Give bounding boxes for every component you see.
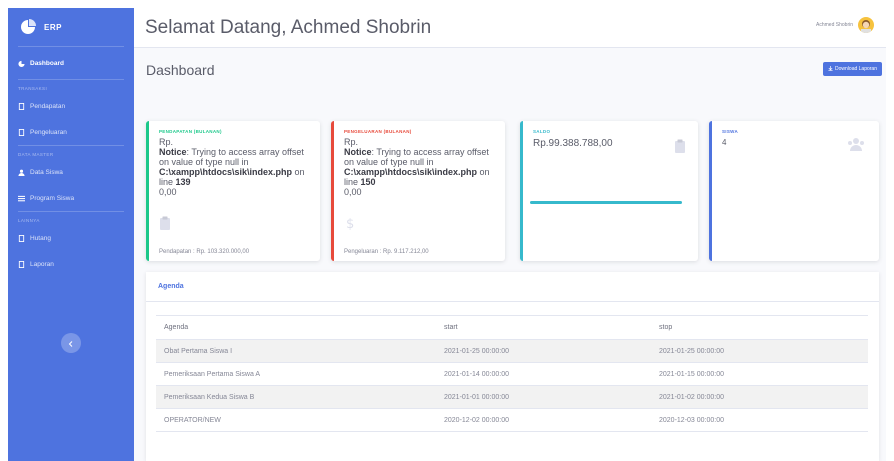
sidebar-item-program-siswa[interactable]: Program Siswa <box>8 185 134 211</box>
agenda-stop: 2021-01-25 00:00:00 <box>651 339 868 363</box>
svg-text:$: $ <box>346 217 354 230</box>
sidebar-heading: Transaksi <box>18 86 48 91</box>
list-icon <box>18 195 25 202</box>
welcome-heading: Selamat Datang, Achmed Shobrin <box>145 16 432 38</box>
agenda-stop: 2020-12-03 00:00:00 <box>651 408 868 432</box>
income-card-error: Rp. Notice: Trying to access array offse… <box>159 137 310 197</box>
expense-card-title: PENGELUARAN (BULANAN) <box>344 129 412 134</box>
sidebar-heading: Data Master <box>18 152 54 157</box>
expense-notice-label: Notice <box>344 147 372 157</box>
column-header-stop[interactable]: stop <box>651 315 868 340</box>
sidebar-item-label: Hutang <box>30 234 51 242</box>
sidebar-heading: Lainnya <box>18 218 40 223</box>
income-notice-label: Notice <box>159 147 187 157</box>
agenda-start: 2021-01-01 00:00:00 <box>436 385 651 409</box>
sidebar-toggle-button[interactable] <box>61 333 81 353</box>
agenda-name: OPERATOR/NEW <box>156 408 436 432</box>
agenda-panel: Agenda Agenda start stop Obat Pertama Si… <box>146 272 879 461</box>
column-header-agenda[interactable]: Agenda <box>156 315 436 340</box>
balance-progress <box>530 201 682 204</box>
agenda-name: Obat Pertama Siswa I <box>156 339 436 363</box>
income-card: PENDAPATAN (BULANAN) Rp. Notice: Trying … <box>146 121 320 261</box>
agenda-stop: 2021-01-02 00:00:00 <box>651 385 868 409</box>
income-notice-path: C:\xampp\htdocs\sik\index.php <box>159 167 293 177</box>
sidebar-item-pendapatan[interactable]: Pendapatan <box>8 93 134 119</box>
income-card-title: PENDAPATAN (BULANAN) <box>159 129 222 134</box>
user-name: Achmed Shobrin <box>816 22 853 28</box>
file-icon <box>18 260 25 268</box>
file-icon <box>18 234 25 242</box>
dashboard-icon <box>18 60 25 67</box>
avatar <box>858 17 874 33</box>
sidebar-item-label: Pengeluaran <box>30 128 67 136</box>
sidebar-item-label: Program Siswa <box>30 194 75 202</box>
income-footer: Pendapatan : Rp. 103.320.000,00 <box>159 249 250 255</box>
income-notice-line: 139 <box>175 177 191 187</box>
page-title: Dashboard <box>146 62 215 78</box>
sidebar-item-data-siswa[interactable]: Data Siswa <box>8 159 134 185</box>
sidebar-item-pengeluaran[interactable]: Pengeluaran <box>8 119 134 145</box>
table-row: Pemeriksaan Kedua Siswa B 2021-01-01 00:… <box>156 385 868 409</box>
download-icon <box>828 65 833 73</box>
sidebar-item-label: Pendapatan <box>30 102 66 110</box>
pie-chart-icon <box>20 19 36 35</box>
table-row: OPERATOR/NEW 2020-12-02 00:00:00 2020-12… <box>156 408 868 432</box>
sidebar-item-label: Dashboard <box>30 59 64 67</box>
agenda-name: Pemeriksaan Pertama Siswa A <box>156 362 436 386</box>
clipboard-icon <box>674 139 686 153</box>
download-report-button[interactable]: Download Laporan <box>823 62 882 76</box>
users-icon <box>18 169 25 176</box>
agenda-stop: 2021-01-15 00:00:00 <box>651 362 868 386</box>
income-currency: Rp. <box>159 137 174 147</box>
balance-progress-bar <box>530 201 682 204</box>
students-card: SISWA 4 <box>709 121 879 261</box>
table-row: Pemeriksaan Pertama Siswa A 2021-01-14 0… <box>156 362 868 386</box>
clipboard-icon <box>159 216 171 230</box>
expense-notice-line: 150 <box>360 177 376 187</box>
dollar-icon: $ <box>344 216 356 232</box>
table-row: Obat Pertama Siswa I 2021-01-25 00:00:00… <box>156 339 868 363</box>
students-card-title: SISWA <box>722 129 739 134</box>
balance-card: SALDO Rp.99.388.788,00 <box>520 121 698 261</box>
main-content: Dashboard Download Laporan PENDAPATAN (B… <box>134 48 886 461</box>
expense-notice-path: C:\xampp\htdocs\sik\index.php <box>344 167 478 177</box>
expense-currency: Rp. <box>344 137 359 147</box>
topbar: Selamat Datang, Achmed Shobrin Achmed Sh… <box>134 8 886 48</box>
balance-card-title: SALDO <box>533 129 551 134</box>
users-icon <box>847 137 865 151</box>
user-menu[interactable]: Achmed Shobrin <box>816 17 874 33</box>
download-report-label: Download Laporan <box>835 66 877 72</box>
sidebar-item-label: Data Siswa <box>30 168 63 176</box>
expense-footer: Pengeluaran : Rp. 9.117.212,00 <box>344 249 429 255</box>
file-icon <box>18 128 25 136</box>
agenda-table: Agenda start stop Obat Pertama Siswa I 2… <box>156 315 868 432</box>
table-header-row: Agenda start stop <box>156 315 868 340</box>
sidebar-item-label: Laporan <box>30 260 54 268</box>
balance-value: Rp.99.388.788,00 <box>533 138 613 149</box>
expense-card: PENGELUARAN (BULANAN) Rp. Notice: Trying… <box>331 121 505 261</box>
sidebar-item-laporan[interactable]: Laporan <box>8 251 134 277</box>
brand[interactable]: ERP <box>8 8 134 46</box>
agenda-start: 2020-12-02 00:00:00 <box>436 408 651 432</box>
income-value: 0,00 <box>159 187 177 197</box>
agenda-title: Agenda <box>146 272 879 302</box>
expense-card-error: Rp. Notice: Trying to access array offse… <box>344 137 495 197</box>
sidebar-item-dashboard[interactable]: Dashboard <box>8 47 134 79</box>
agenda-start: 2021-01-14 00:00:00 <box>436 362 651 386</box>
expense-value: 0,00 <box>344 187 362 197</box>
chevron-left-icon <box>68 334 74 352</box>
brand-name: ERP <box>44 22 62 32</box>
file-icon <box>18 102 25 110</box>
sidebar: ERP Dashboard Transaksi Pendapatan Penge… <box>8 8 134 461</box>
sidebar-item-hutang[interactable]: Hutang <box>8 225 134 251</box>
agenda-start: 2021-01-25 00:00:00 <box>436 339 651 363</box>
column-header-start[interactable]: start <box>436 315 651 340</box>
agenda-name: Pemeriksaan Kedua Siswa B <box>156 385 436 409</box>
